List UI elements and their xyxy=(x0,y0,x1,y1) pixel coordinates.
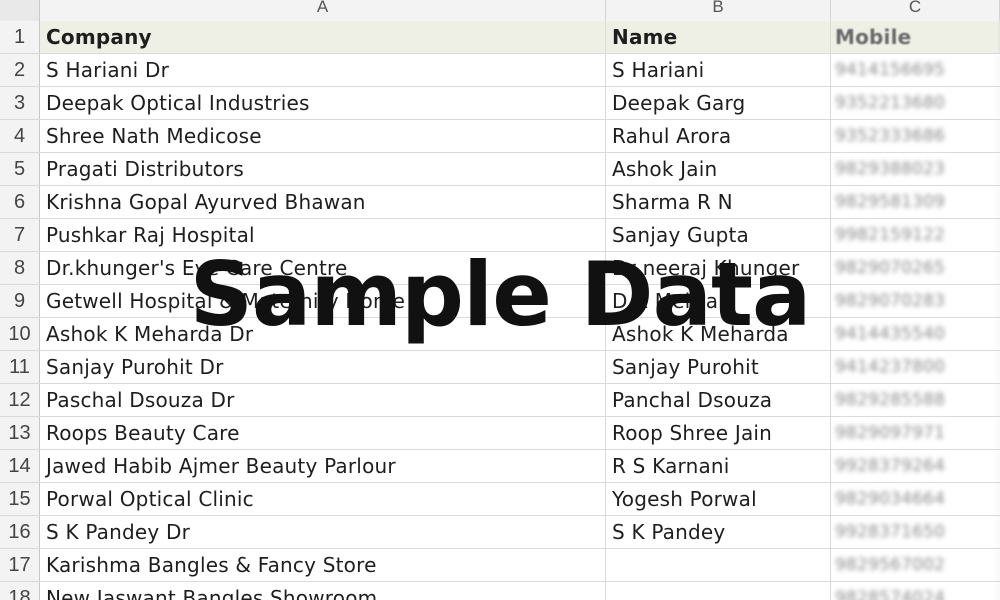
cell-name[interactable]: Ashok K Meharda xyxy=(606,318,831,350)
cell-company[interactable]: Roops Beauty Care xyxy=(40,417,606,449)
cell-company[interactable]: Pushkar Raj Hospital xyxy=(40,219,606,251)
cell-company[interactable]: S Hariani Dr xyxy=(40,54,606,86)
cell-mobile[interactable]: 9982159122 xyxy=(831,219,1000,251)
cell-name[interactable]: Deepak Garg xyxy=(606,87,831,119)
cell-mobile[interactable]: 9414156695 xyxy=(831,54,1000,86)
header-cell-name[interactable]: Name xyxy=(606,21,831,53)
cell-mobile[interactable]: 9829034664 xyxy=(831,483,1000,515)
cell-mobile[interactable]: 9414435540 xyxy=(831,318,1000,350)
cell-mobile[interactable]: 9352333686 xyxy=(831,120,1000,152)
row-number[interactable]: 17 xyxy=(0,549,40,581)
cell-company[interactable]: Krishna Gopal Ayurved Bhawan xyxy=(40,186,606,218)
row-number[interactable]: 4 xyxy=(0,120,40,152)
column-header-c[interactable]: C xyxy=(831,0,1000,21)
cell-company[interactable]: Getwell Hospital & Maternity Home xyxy=(40,285,606,317)
cell-name[interactable] xyxy=(606,582,831,600)
cell-name[interactable]: S K Pandey xyxy=(606,516,831,548)
row-number[interactable]: 7 xyxy=(0,219,40,251)
cell-name[interactable] xyxy=(606,549,831,581)
row-number[interactable]: 15 xyxy=(0,483,40,515)
cell-name[interactable]: Sanjay Purohit xyxy=(606,351,831,383)
table-row: 14 Jawed Habib Ajmer Beauty Parlour R S Ka… xyxy=(0,450,1000,483)
cell-name[interactable]: Sanjay Gupta xyxy=(606,219,831,251)
cell-name[interactable]: R S Karnani xyxy=(606,450,831,482)
header-cell-company[interactable]: Company xyxy=(40,21,606,53)
table-row: 4 Shree Nath Medicose Rahul Arora 935233368… xyxy=(0,120,1000,153)
cell-mobile[interactable]: 9928371650 xyxy=(831,516,1000,548)
cell-company[interactable]: Porwal Optical Clinic xyxy=(40,483,606,515)
table-row: 2S Hariani Dr S Hariani 9414156695 xyxy=(0,54,1000,87)
row-number[interactable]: 16 xyxy=(0,516,40,548)
cell-mobile[interactable]: 9829581309 xyxy=(831,186,1000,218)
cell-mobile[interactable]: 9928379264 xyxy=(831,450,1000,482)
cell-name[interactable]: Dr neeraj Khunger xyxy=(606,252,831,284)
cell-mobile[interactable]: 9829285588 xyxy=(831,384,1000,416)
table-row: 17 Karishma Bangles & Fancy Store 98295670… xyxy=(0,549,1000,582)
table-row: 16 S K Pandey Dr S K Pandey 9928371650 xyxy=(0,516,1000,549)
row-number[interactable]: 9 xyxy=(0,285,40,317)
table-row: 5 Pragati Distributors Ashok Jain 982938802… xyxy=(0,153,1000,186)
cell-name[interactable]: D R Mehta xyxy=(606,285,831,317)
row-number[interactable]: 2 xyxy=(0,54,40,86)
row-number[interactable]: 18 xyxy=(0,582,40,600)
cell-company[interactable]: S K Pandey Dr xyxy=(40,516,606,548)
cell-company[interactable]: Dr.khunger's Eye Care Centre xyxy=(40,252,606,284)
row-number[interactable]: 8 xyxy=(0,252,40,284)
table-row: 13 Roops Beauty Care Roop Shree Jain 982909… xyxy=(0,417,1000,450)
cell-name[interactable]: Ashok Jain xyxy=(606,153,831,185)
cell-mobile[interactable]: 9829070283 xyxy=(831,285,1000,317)
cell-company[interactable]: Ashok K Meharda Dr xyxy=(40,318,606,350)
cell-mobile[interactable]: 9829567002 xyxy=(831,549,1000,581)
cell-mobile[interactable]: 9828574024 xyxy=(831,582,1000,600)
cell-name[interactable]: Yogesh Porwal xyxy=(606,483,831,515)
cell-company[interactable]: Deepak Optical Industries xyxy=(40,87,606,119)
cell-company[interactable]: Shree Nath Medicose xyxy=(40,120,606,152)
cell-company[interactable]: Jawed Habib Ajmer Beauty Parlour xyxy=(40,450,606,482)
table-row: 6 Krishna Gopal Ayurved Bhawan Sharma R N9… xyxy=(0,186,1000,219)
table-row: 11 Sanjay Purohit Dr Sanjay Purohit 9414237… xyxy=(0,351,1000,384)
row-number[interactable]: 5 xyxy=(0,153,40,185)
cell-name[interactable]: Roop Shree Jain xyxy=(606,417,831,449)
column-header-b[interactable]: B xyxy=(606,0,831,21)
cell-company[interactable]: Paschal Dsouza Dr xyxy=(40,384,606,416)
row-number[interactable]: 13 xyxy=(0,417,40,449)
row-number[interactable]: 14 xyxy=(0,450,40,482)
cell-name[interactable]: Panchal Dsouza xyxy=(606,384,831,416)
row-number[interactable]: 11 xyxy=(0,351,40,383)
table-row: 15 Porwal Optical Clinic Yogesh Porwal 9829… xyxy=(0,483,1000,516)
spreadsheet-grid: A B C 1 Company Name Mobile 2S Hariani D… xyxy=(0,0,1000,600)
cell-name[interactable]: Rahul Arora xyxy=(606,120,831,152)
table-row: 7 Pushkar Raj Hospital Sanjay Gupta 9982159… xyxy=(0,219,1000,252)
cell-company[interactable]: Sanjay Purohit Dr xyxy=(40,351,606,383)
table-row: 18 New Jaswant Bangles Showroom 9828574024 xyxy=(0,582,1000,600)
table-row: 10 Ashok K Meharda Dr Ashok K Meharda 94144… xyxy=(0,318,1000,351)
cell-name[interactable]: Sharma R N xyxy=(606,186,831,218)
row-number[interactable]: 10 xyxy=(0,318,40,350)
row-number[interactable]: 3 xyxy=(0,87,40,119)
cell-mobile[interactable]: 9829070265 xyxy=(831,252,1000,284)
table-row: 8 Dr.khunger's Eye Care Centre Dr neeraj K… xyxy=(0,252,1000,285)
table-row: 3 Deepak Optical Industries Deepak Garg 935… xyxy=(0,87,1000,120)
select-all-corner[interactable] xyxy=(0,0,40,21)
row-number[interactable]: 1 xyxy=(0,21,40,53)
cell-mobile[interactable]: 9352213680 xyxy=(831,87,1000,119)
cell-name[interactable]: S Hariani xyxy=(606,54,831,86)
row-number[interactable]: 12 xyxy=(0,384,40,416)
cell-company[interactable]: New Jaswant Bangles Showroom xyxy=(40,582,606,600)
cell-mobile[interactable]: 9829097971 xyxy=(831,417,1000,449)
column-header-a[interactable]: A xyxy=(40,0,606,21)
cell-company[interactable]: Karishma Bangles & Fancy Store xyxy=(40,549,606,581)
table-row: 12 Paschal Dsouza Dr Panchal Dsouza 9829285… xyxy=(0,384,1000,417)
column-header-bar: A B C xyxy=(0,0,1000,22)
cell-mobile[interactable]: 9414237800 xyxy=(831,351,1000,383)
cell-mobile[interactable]: 9829388023 xyxy=(831,153,1000,185)
row-number[interactable]: 6 xyxy=(0,186,40,218)
cell-company[interactable]: Pragati Distributors xyxy=(40,153,606,185)
header-cell-mobile[interactable]: Mobile xyxy=(831,21,1000,53)
table-row: 9 Getwell Hospital & Maternity Home D R Me… xyxy=(0,285,1000,318)
table-header-row: 1 Company Name Mobile xyxy=(0,21,1000,54)
